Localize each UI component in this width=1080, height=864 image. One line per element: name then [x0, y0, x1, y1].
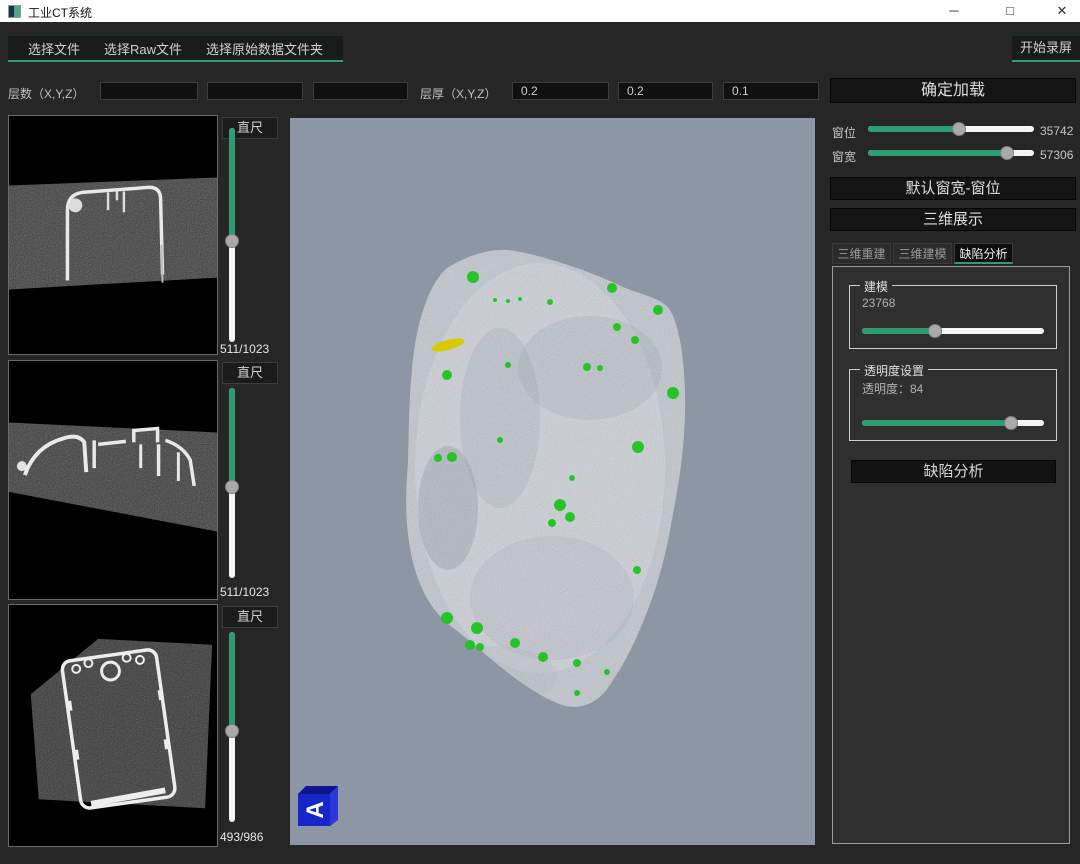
thickness-z-input[interactable]: [723, 82, 819, 100]
3d-render: A: [290, 118, 815, 845]
modeling-group: 建模 23768: [849, 285, 1057, 349]
slice-view-top[interactable]: [8, 115, 218, 355]
ruler-button-3[interactable]: 直尺: [222, 606, 278, 628]
opacity-value-label: 透明度：84: [862, 380, 923, 397]
orientation-cube[interactable]: A: [298, 786, 338, 826]
slider-fill: [229, 388, 235, 487]
thickness-label: 层厚（X,Y,Z）: [420, 85, 496, 102]
slider-fill: [868, 126, 959, 132]
slice-position-3: 493/986: [220, 830, 284, 844]
default-window-button[interactable]: 默认窗宽-窗位: [830, 177, 1076, 200]
tab-3d-reconstruction[interactable]: 三维重建: [832, 243, 891, 264]
layers-x-input[interactable]: [100, 82, 198, 100]
file-button-group: 选择文件 选择Raw文件 选择原始数据文件夹: [8, 36, 343, 62]
industrial-ct-window: 工业CT系统 ─ □ ✕ 选择文件 选择Raw文件 选择原始数据文件夹 开始录屏…: [0, 0, 1080, 864]
slice-position-1: 511/1023: [220, 342, 284, 356]
slice-slider-1[interactable]: [224, 128, 240, 342]
slider-handle[interactable]: [952, 122, 966, 136]
slice-slider-2[interactable]: [224, 388, 240, 578]
window-level-label: 窗位: [832, 124, 856, 141]
slider-fill: [862, 328, 935, 334]
modeling-value: 23768: [862, 296, 895, 310]
close-button[interactable]: ✕: [1040, 0, 1080, 22]
window-level-value: 35742: [1040, 124, 1073, 138]
window-level-slider[interactable]: [868, 122, 1034, 136]
3d-viewport[interactable]: A: [290, 118, 815, 845]
modeling-slider[interactable]: [862, 324, 1044, 338]
modeling-group-title: 建模: [860, 278, 892, 295]
tab-defect-analysis[interactable]: 缺陷分析: [954, 243, 1013, 264]
slider-fill: [868, 150, 1007, 156]
display-3d-button[interactable]: 三维展示: [830, 208, 1076, 231]
opacity-group-title: 透明度设置: [860, 362, 928, 379]
slider-handle[interactable]: [225, 234, 239, 248]
thickness-y-input[interactable]: [618, 82, 713, 100]
slider-fill: [229, 632, 235, 731]
maximize-button[interactable]: □: [988, 0, 1032, 22]
slider-handle[interactable]: [225, 724, 239, 738]
slider-handle[interactable]: [225, 480, 239, 494]
app-icon: [8, 5, 21, 18]
select-raw-file-button[interactable]: 选择Raw文件: [92, 39, 194, 58]
start-recording-button[interactable]: 开始录屏: [1012, 36, 1080, 62]
slider-fill: [862, 420, 1011, 426]
layers-y-input[interactable]: [207, 82, 303, 100]
slice-view-bottom[interactable]: [8, 604, 218, 847]
window-width-label: 窗宽: [832, 148, 856, 165]
minimize-button[interactable]: ─: [932, 0, 976, 22]
layers-z-input[interactable]: [313, 82, 408, 100]
slider-handle[interactable]: [928, 324, 942, 338]
slider-handle[interactable]: [1004, 416, 1018, 430]
slice-position-2: 511/1023: [220, 585, 284, 599]
slice-view-middle[interactable]: [8, 360, 218, 600]
tab-3d-modeling[interactable]: 三维建模: [893, 243, 952, 264]
window-title: 工业CT系统: [28, 4, 92, 21]
select-raw-folder-button[interactable]: 选择原始数据文件夹: [194, 39, 335, 58]
window-width-value: 57306: [1040, 148, 1073, 162]
titlebar: 工业CT系统 ─ □ ✕: [0, 0, 1080, 22]
layers-label: 层数（X,Y,Z）: [8, 85, 84, 102]
defect-analysis-button[interactable]: 缺陷分析: [851, 460, 1056, 483]
select-file-button[interactable]: 选择文件: [16, 39, 92, 58]
ct-slice-image-2: [9, 361, 217, 599]
ruler-button-2[interactable]: 直尺: [222, 362, 278, 384]
orientation-cube-letter: A: [302, 801, 329, 818]
thickness-x-input[interactable]: [512, 82, 609, 100]
defect-analysis-panel: 建模 23768 透明度设置 透明度：84 缺陷分析: [832, 266, 1070, 844]
opacity-group: 透明度设置 透明度：84: [849, 369, 1057, 441]
opacity-slider[interactable]: [862, 416, 1044, 430]
slider-fill: [229, 128, 235, 241]
ct-slice-image-3: [9, 605, 217, 846]
confirm-load-button[interactable]: 确定加载: [830, 78, 1076, 103]
window-width-slider[interactable]: [868, 146, 1034, 160]
slider-handle[interactable]: [1000, 146, 1014, 160]
slice-slider-3[interactable]: [224, 632, 240, 822]
slider-track: [862, 328, 1044, 334]
slider-track: [868, 126, 1034, 132]
ct-slice-image-1: [9, 116, 217, 354]
